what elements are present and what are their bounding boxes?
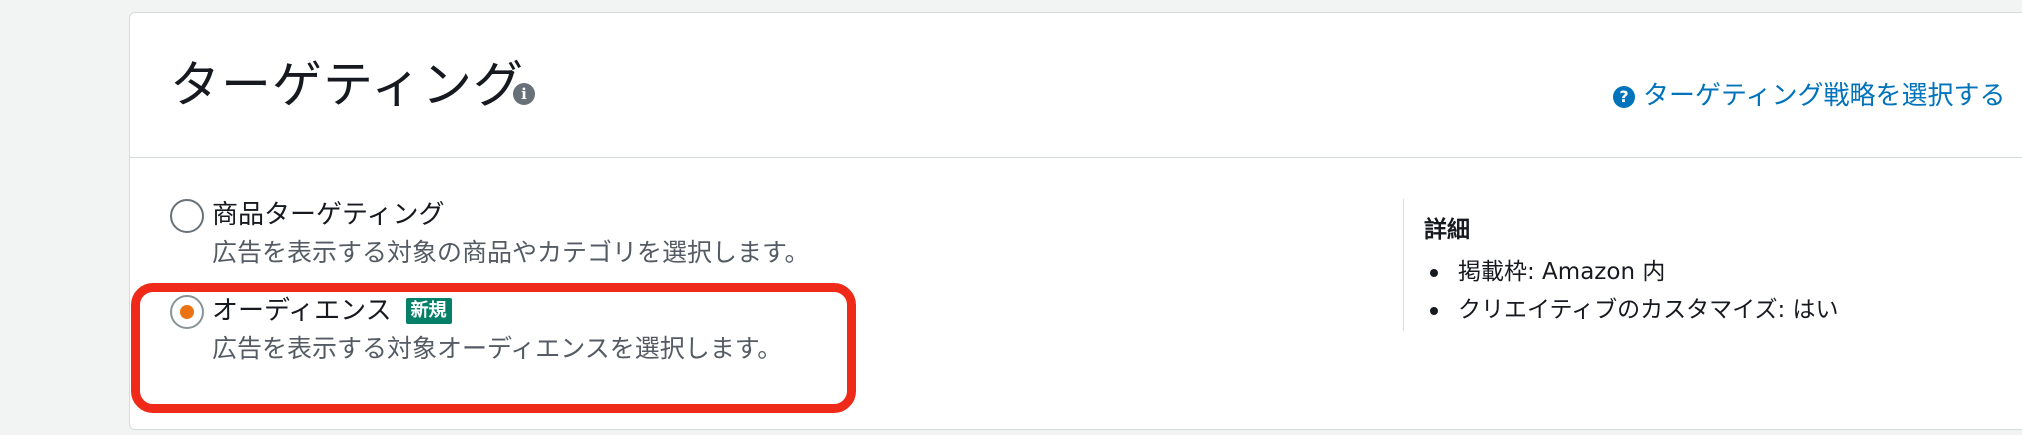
page-title: ターゲティング [170, 56, 524, 114]
option-label: 商品ターゲティング [212, 200, 445, 230]
panel-header: ターゲティング i ? ターゲティング戦略を選択する [130, 13, 2022, 158]
option-label: オーディエンス [212, 296, 392, 326]
details-list: 掲載枠: Amazon 内 クリエイティブのカスタマイズ: はい [1424, 253, 1839, 329]
select-targeting-strategy-link[interactable]: ? ターゲティング戦略を選択する [1613, 79, 2005, 113]
info-icon[interactable]: i [513, 83, 535, 105]
option-description: 広告を表示する対象オーディエンスを選択します。 [212, 334, 783, 363]
new-badge: 新規 [405, 298, 452, 324]
radio-product-targeting[interactable] [170, 199, 204, 233]
help-icon: ? [1613, 86, 1635, 108]
details-item-creative-customization: クリエイティブのカスタマイズ: はい [1424, 291, 1839, 329]
strategy-link-label: ターゲティング戦略を選択する [1643, 81, 2006, 111]
option-label-row: オーディエンス 新規 [212, 293, 452, 329]
option-description: 広告を表示する対象の商品やカテゴリを選択します。 [212, 238, 810, 267]
targeting-panel: ターゲティング i ? ターゲティング戦略を選択する 商品ターゲティング 広告を… [129, 12, 2022, 430]
details-title: 詳細 [1424, 217, 1470, 243]
details-section: 詳細 掲載枠: Amazon 内 クリエイティブのカスタマイズ: はい [1403, 199, 1903, 331]
radio-selected-dot [180, 305, 194, 319]
details-item-placement: 掲載枠: Amazon 内 [1424, 253, 1839, 291]
radio-audience[interactable] [170, 295, 204, 329]
